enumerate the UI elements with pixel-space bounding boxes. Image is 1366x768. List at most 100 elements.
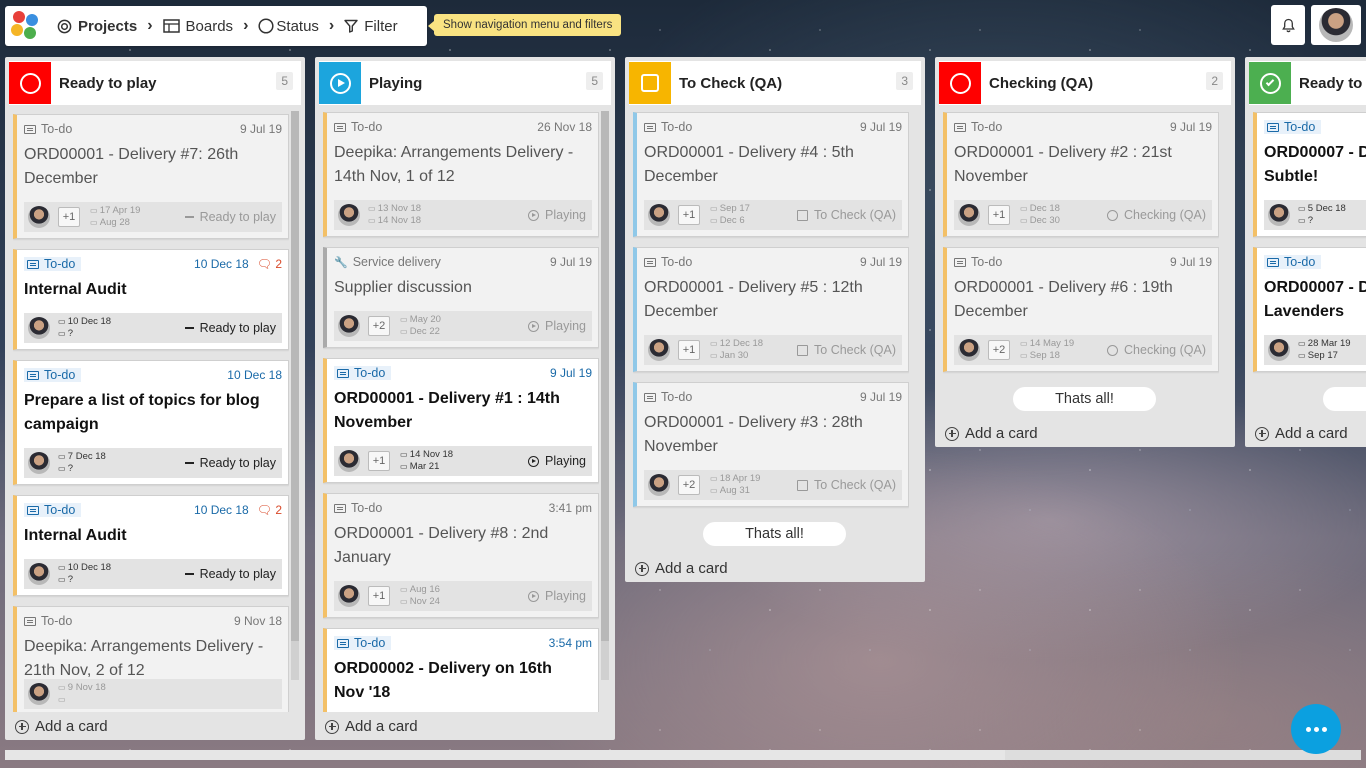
vertical-scrollbar[interactable] — [291, 111, 299, 680]
status-label: Status — [276, 17, 319, 35]
avatar[interactable] — [338, 450, 360, 472]
card-status[interactable]: Playing — [528, 319, 586, 333]
avatar[interactable] — [648, 474, 670, 496]
card-status[interactable]: Ready to play — [184, 321, 276, 335]
card-status[interactable]: Playing — [528, 589, 586, 603]
task-card[interactable]: To-do 9 Jul 19 ORD00001 - Delivery #6 : 19… — [943, 247, 1219, 372]
task-card[interactable]: To-do 10 Dec 18 🗨 2 Internal Audit 10 Dec 18… — [13, 495, 289, 596]
plus-circle-icon — [635, 561, 649, 576]
scrollbar-thumb[interactable] — [291, 111, 299, 641]
avatar[interactable] — [958, 339, 980, 361]
task-card[interactable]: To-do 9 Nov 18 Deepika: Arrangements Deliv… — [13, 606, 289, 712]
app-logo[interactable] — [9, 9, 43, 43]
card-type-tag[interactable]: To-do — [24, 368, 82, 382]
add-card-button[interactable]: Add a card — [635, 560, 728, 577]
avatar[interactable] — [338, 204, 360, 226]
more-members-badge[interactable]: +1 — [58, 207, 80, 227]
card-type-tag[interactable]: 🔧 Service delivery — [334, 255, 441, 269]
more-members-badge[interactable]: +1 — [678, 340, 700, 360]
breadcrumb-boards[interactable]: Boards — [162, 18, 233, 35]
task-card[interactable]: To-do 9 Jul 19 ORD00001 - Delivery #7: 26t… — [13, 114, 289, 239]
card-status[interactable]: Ready to play — [184, 456, 276, 470]
avatar[interactable] — [28, 563, 50, 585]
comment-count[interactable]: 🗨 2 — [257, 503, 282, 517]
avatar[interactable] — [338, 585, 360, 607]
task-card[interactable]: To-do 3:41 pm ORD00001 - Delivery #8 : 2nd… — [323, 493, 599, 618]
card-status[interactable]: Playing — [528, 208, 586, 222]
task-card[interactable]: To-do 3:54 pm ORD00002 - Delivery on 16th … — [323, 628, 599, 712]
card-type-tag[interactable]: To-do — [1264, 255, 1322, 269]
more-members-badge[interactable]: +2 — [678, 475, 700, 495]
chat-button[interactable] — [1291, 704, 1341, 754]
task-card[interactable]: To-do 26 Nov 18 Deepika: Arrangements Deli… — [323, 112, 599, 237]
card-type-tag[interactable]: To-do — [954, 255, 1002, 269]
card-type-tag[interactable]: To-do — [334, 636, 392, 650]
dot-icon — [1321, 726, 1327, 732]
card-status-label: Playing — [545, 319, 586, 333]
card-status[interactable]: Checking (QA) — [1107, 343, 1206, 357]
comment-count[interactable]: 🗨 2 — [257, 257, 282, 271]
avatar[interactable] — [28, 206, 50, 228]
avatar[interactable] — [28, 683, 50, 705]
avatar[interactable] — [1268, 204, 1290, 226]
add-card-button[interactable]: Add a card — [1255, 425, 1348, 442]
card-type-tag[interactable]: To-do — [334, 501, 382, 515]
task-card[interactable]: To-do 9 Jul 19 ORD00001 - Delivery #5 : 12… — [633, 247, 909, 372]
card-type-tag[interactable]: To-do — [334, 120, 382, 134]
card-type-tag[interactable]: To-do — [644, 255, 692, 269]
more-members-badge[interactable]: +1 — [368, 586, 390, 606]
task-card[interactable]: To-do ORD00007 - D Lavenders 28 Mar 19Sep … — [1253, 247, 1366, 372]
scrollbar-thumb[interactable] — [5, 750, 1005, 760]
card-type-tag[interactable]: To-do — [644, 390, 692, 404]
more-members-badge[interactable]: +1 — [988, 205, 1010, 225]
card-status[interactable]: Ready to play — [184, 210, 276, 224]
avatar[interactable] — [338, 315, 360, 337]
breadcrumb-status[interactable]: Status — [258, 18, 319, 35]
card-type-tag[interactable]: To-do — [24, 122, 72, 136]
task-card[interactable]: To-do 9 Jul 19 ORD00001 - Delivery #4 : 5t… — [633, 112, 909, 237]
card-status[interactable]: To Check (QA) — [797, 343, 896, 357]
more-members-badge[interactable]: +1 — [368, 451, 390, 471]
avatar — [1319, 8, 1353, 42]
avatar[interactable] — [958, 204, 980, 226]
card-type-tag[interactable]: To-do — [334, 366, 392, 380]
card-type-tag[interactable]: To-do — [1264, 120, 1322, 134]
vertical-scrollbar[interactable] — [601, 111, 609, 680]
avatar[interactable] — [28, 317, 50, 339]
add-card-button[interactable]: Add a card — [15, 718, 108, 735]
card-status[interactable]: Ready to play — [184, 567, 276, 581]
card-type-tag[interactable]: To-do — [954, 120, 1002, 134]
task-card[interactable]: To-do 9 Jul 19 ORD00001 - Delivery #3 : 28… — [633, 382, 909, 507]
task-card[interactable]: To-do 9 Jul 19 ORD00001 - Delivery #2 : 21… — [943, 112, 1219, 237]
card-type-tag[interactable]: To-do — [24, 503, 82, 517]
task-card[interactable]: 🔧 Service delivery 9 Jul 19 Supplier discus… — [323, 247, 599, 348]
card-status[interactable]: To Check (QA) — [797, 478, 896, 492]
avatar[interactable] — [1268, 339, 1290, 361]
card-type-tag[interactable]: To-do — [24, 614, 72, 628]
user-avatar-button[interactable] — [1311, 5, 1361, 45]
notifications-button[interactable] — [1271, 5, 1305, 45]
more-members-badge[interactable]: +1 — [678, 205, 700, 225]
horizontal-scrollbar[interactable] — [5, 750, 1361, 760]
avatar[interactable] — [648, 204, 670, 226]
card-status[interactable]: To Check (QA) — [797, 208, 896, 222]
breadcrumb-projects[interactable]: Projects — [57, 18, 137, 35]
card-title: ORD00007 - D Lavenders — [1264, 279, 1366, 320]
card-status[interactable]: Checking (QA) — [1107, 208, 1206, 222]
more-members-badge[interactable]: +2 — [368, 316, 390, 336]
task-card[interactable]: To-do 9 Jul 19 ORD00001 - Delivery #1 : 14… — [323, 358, 599, 483]
avatar[interactable] — [28, 452, 50, 474]
filter-button[interactable]: Filter — [344, 18, 398, 35]
start-date: 28 Mar 19 — [1298, 338, 1351, 350]
task-card[interactable]: To-do 10 Dec 18 Prepare a list of topics f… — [13, 360, 289, 485]
avatar[interactable] — [648, 339, 670, 361]
card-status[interactable]: Playing — [528, 454, 586, 468]
add-card-button[interactable]: Add a card — [325, 718, 418, 735]
card-type-tag[interactable]: To-do — [24, 257, 82, 271]
card-type-tag[interactable]: To-do — [644, 120, 692, 134]
add-card-button[interactable]: Add a card — [945, 425, 1038, 442]
task-card[interactable]: To-do 10 Dec 18 🗨 2 Internal Audit 10 Dec 18… — [13, 249, 289, 350]
task-card[interactable]: To-do ORD00007 - D Subtle! 5 Dec 18? — [1253, 112, 1366, 237]
scrollbar-thumb[interactable] — [601, 111, 609, 641]
more-members-badge[interactable]: +2 — [988, 340, 1010, 360]
